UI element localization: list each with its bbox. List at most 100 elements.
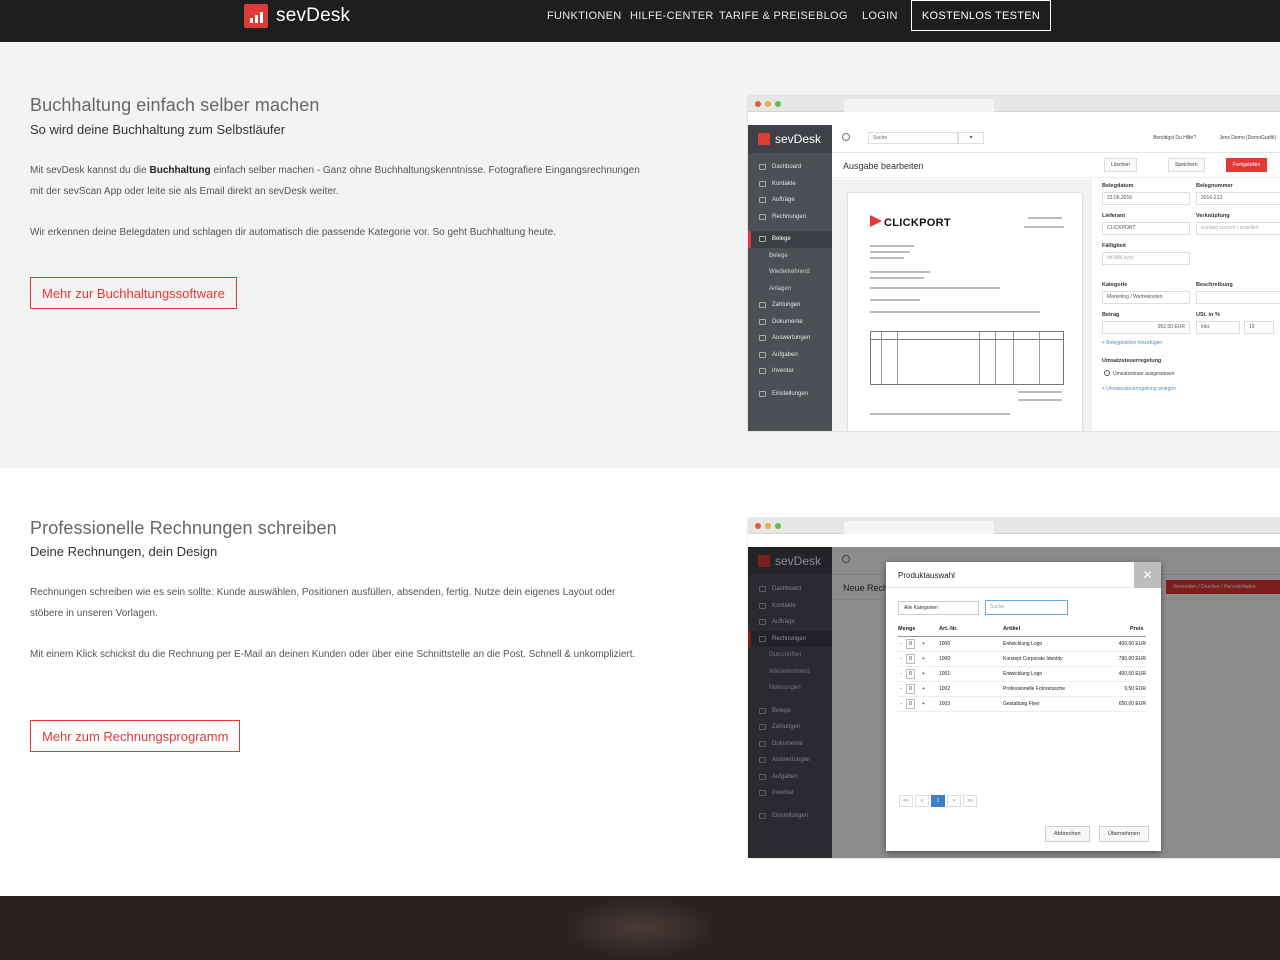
sidebar-item[interactable]: Anlagen [748,281,832,298]
app-sidebar: sevDesk Dashboard Kontakte Aufträge Rechnun… [748,125,832,431]
decrease-icon[interactable]: - [900,701,902,707]
sidebar-item[interactable]: Wiederkehrend [748,264,832,281]
brand-mark-icon [870,215,882,227]
product-row[interactable]: -0 +1003 Gestaltung Flyer 650,00 EUR [898,697,1146,712]
app-main: Suche ▾ Benötigst Du Hilfe? Jens Demo (D… [832,125,1280,431]
confirm-button[interactable]: Übernehmen [1099,826,1149,842]
receipt-number-input[interactable]: 2016-213 [1196,192,1280,205]
sidebar-item[interactable]: Auswertungen [748,330,832,347]
product-row[interactable]: -0 +1002 Professionelle Fotoretusche 9,50 E… [898,682,1146,697]
save-button[interactable]: Speichern [1168,158,1205,172]
brand-logo[interactable]: sevDesk [244,4,350,28]
product-search-input[interactable]: Suche [985,600,1068,615]
sidebar-item[interactable]: Aufträge [748,192,832,209]
delete-button[interactable]: Löschen [1104,158,1137,172]
sidebar-item[interactable]: Aufgaben [748,347,832,364]
increase-icon[interactable]: + [922,686,925,692]
sidebar-item[interactable]: Belege [748,231,832,248]
invoice-table [870,331,1064,385]
nav-link-login[interactable]: LOGIN [862,10,898,22]
nav-link-funktionen[interactable]: FUNKTIONEN [547,10,622,22]
add-position-link[interactable]: + Belegposition hinzufügen [1102,340,1162,346]
close-icon[interactable]: ✕ [1134,562,1161,588]
sidebar-item[interactable]: Dokumente [748,314,832,331]
help-link[interactable]: Benötigst Du Hilfe? [1153,135,1196,141]
prev-page-button[interactable]: < [915,795,929,807]
section-subtitle: Deine Rechnungen, dein Design [30,544,218,559]
free-trial-button[interactable]: KOSTENLOS TESTEN [911,0,1051,31]
invoice-program-button[interactable]: Mehr zum Rechnungsprogramm [30,720,241,752]
article-price: 650,00 EUR [1118,701,1146,707]
sidebar-item-label: Inventar [772,368,794,375]
nav-link-hilfe-center[interactable]: HILFE-CENTER [630,10,714,22]
sidebar-item[interactable]: Zahlungen [748,297,832,314]
last-page-button[interactable]: >> [963,795,977,807]
sidebar-item-label: Rechnungen [772,213,807,220]
increase-icon[interactable]: + [922,641,925,647]
cancel-button[interactable]: Abbrechen [1045,826,1090,842]
app-logo: sevDesk [748,125,832,153]
decrease-icon[interactable]: - [900,656,902,662]
sidebar-item[interactable]: Einstellungen [748,386,832,403]
increase-icon[interactable]: + [922,656,925,662]
menu-icon [759,180,766,187]
logo-icon [758,133,770,145]
sidebar-item[interactable]: Kontakte [748,176,832,193]
quantity-input[interactable]: 0 [906,699,915,709]
sidebar-item[interactable]: Rechnungen [748,209,832,226]
category-select[interactable]: Alle Kategorien [898,601,979,615]
vat-mode-select[interactable]: Inkl. [1196,321,1240,334]
quantity-input[interactable]: 0 [906,684,915,694]
amount-input[interactable]: 952,00 EUR [1102,321,1190,334]
field-label: USt. in % [1196,312,1220,318]
next-page-button[interactable]: > [947,795,961,807]
product-row[interactable]: -0 +1001 Entwicklung Logo 400,00 EUR [898,667,1146,682]
app-topbar: Suche ▾ Benötigst Du Hilfe? Jens Demo (D… [832,125,1280,153]
quantity-input[interactable]: 0 [906,669,915,679]
description-input[interactable] [1196,291,1280,304]
sidebar-item[interactable]: Belege [748,248,832,265]
feature-accounting-section: Buchhaltung einfach selber machen So wir… [0,42,1280,468]
quantity-input[interactable]: 0 [906,639,915,649]
filter-icon[interactable]: ▾ [958,132,984,144]
menu-icon [759,213,766,220]
article-price: 400,00 EUR [1118,641,1146,647]
quantity-input[interactable]: 0 [906,654,915,664]
increase-icon[interactable]: + [922,701,925,707]
page-1-button[interactable]: 1 [931,795,945,807]
sidebar-item-label: Kontakte [772,180,796,187]
sidebar-item-label: Belege [772,236,791,243]
decrease-icon[interactable]: - [900,686,902,692]
clock-icon[interactable] [842,133,850,141]
accounting-software-button[interactable]: Mehr zur Buchhaltungssoftware [30,277,237,309]
nav-link-tarife[interactable]: TARIFE & PREISE [719,10,816,22]
field-label: Umsatzsteuerregelung [1102,358,1162,364]
vat-rule-radio[interactable]: Umsatzsteuer ausgewiesen [1104,370,1174,377]
add-vat-rule-link[interactable]: + Umsatzsteuerregelung anlegen [1102,386,1176,392]
sidebar-item-label: Auswertungen [772,335,811,342]
nav-link-blog[interactable]: BLOG [816,10,848,22]
menu-icon [759,390,766,397]
decrease-icon[interactable]: - [900,641,902,647]
browser-tab [844,521,994,534]
field-label: Beschreibung [1196,282,1233,288]
decrease-icon[interactable]: - [900,671,902,677]
app-search-input[interactable]: Suche [868,132,958,144]
user-menu[interactable]: Jens Demo (DemoGrafik) [1219,135,1276,141]
sidebar-item-label: Aufträge [772,197,795,204]
article-price: 9,50 EUR [1124,686,1146,692]
vat-rate-input[interactable]: 19 [1244,321,1274,334]
increase-icon[interactable]: + [922,671,925,677]
contact-link-input[interactable]: Kontakt suchen / erstellen [1196,222,1280,235]
product-row[interactable]: -0 +1000 Konzept Corporate Identity 790,00 … [898,652,1146,667]
category-select[interactable]: Marketing / Werbekosten [1102,291,1190,304]
due-date-input[interactable]: dd.MM.yyyy [1102,252,1190,265]
menu-icon [759,197,766,204]
receipt-date-input[interactable]: 23.06.2016 [1102,192,1190,205]
sidebar-item[interactable]: Inventar [748,363,832,380]
finish-button[interactable]: Fertigstellen [1226,158,1268,172]
supplier-input[interactable]: CLICKPORT [1102,222,1190,235]
sidebar-item[interactable]: Dashboard [748,159,832,176]
first-page-button[interactable]: << [899,795,913,807]
product-row[interactable]: -0 +1000 Entwicklung Logo 400,00 EUR [898,637,1146,652]
